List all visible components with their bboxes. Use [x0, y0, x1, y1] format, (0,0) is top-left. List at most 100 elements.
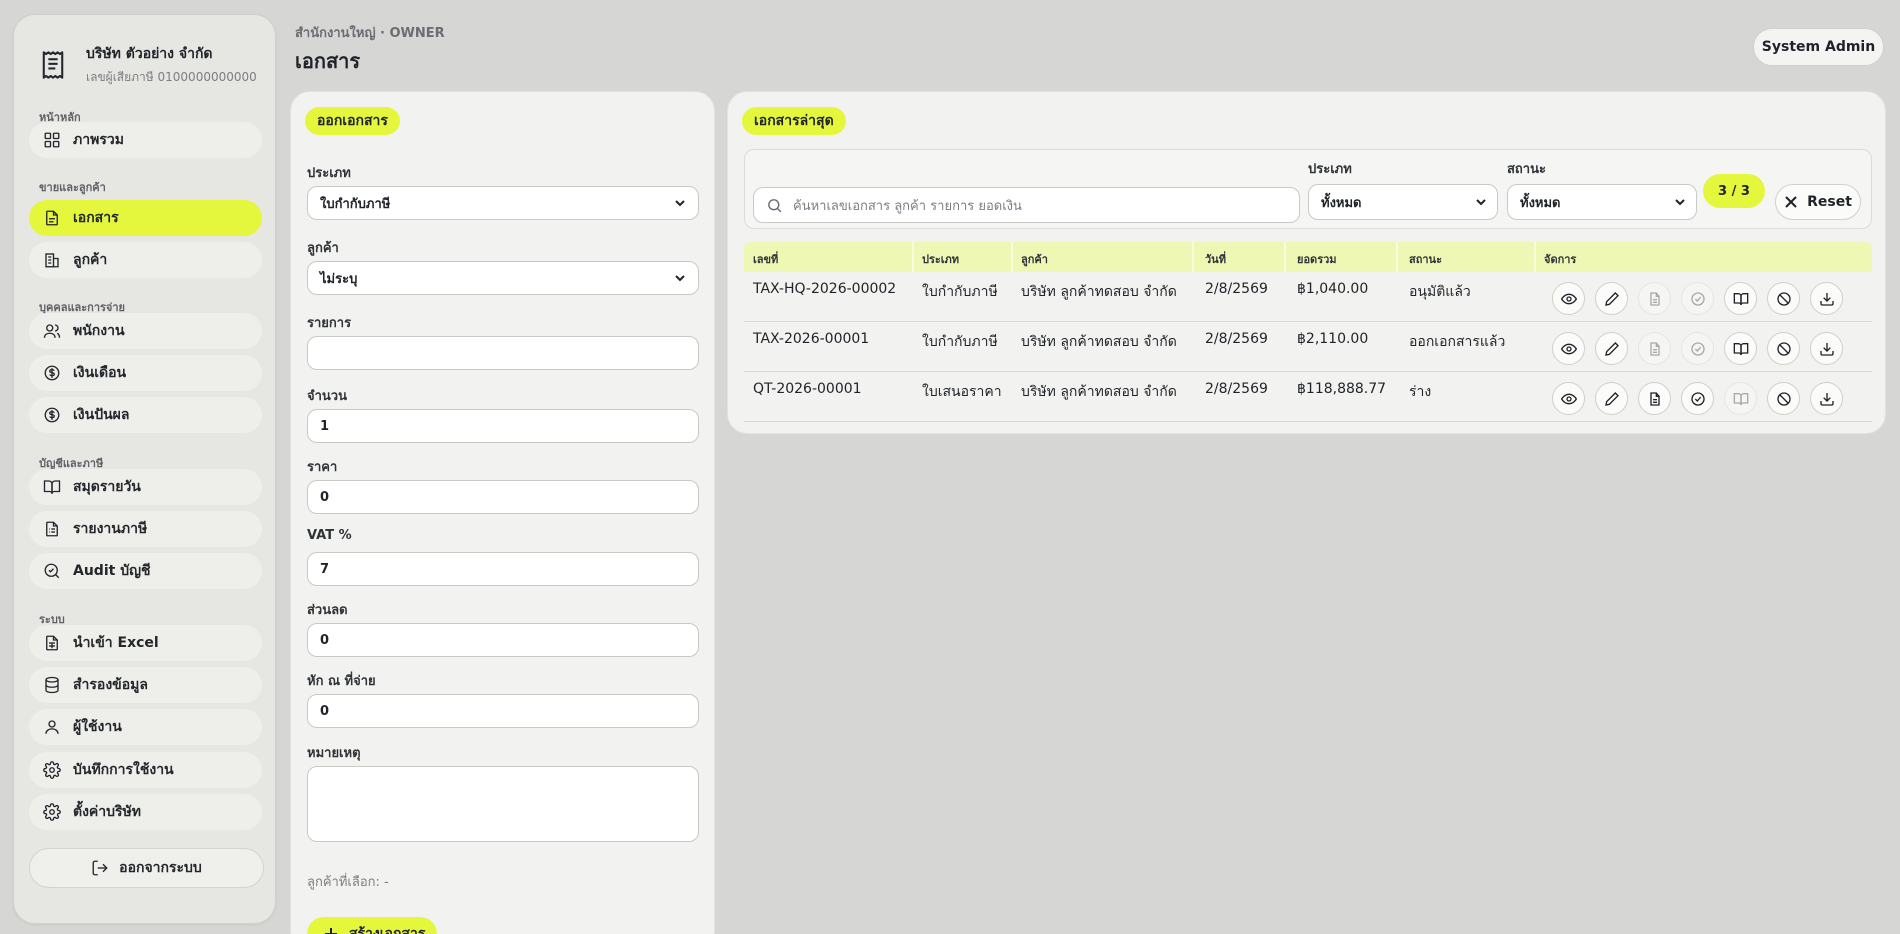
pencil-icon	[1604, 341, 1619, 356]
breadcrumb: สำนักงานใหญ่ · OWNER	[295, 26, 445, 41]
post-journal-button[interactable]	[1724, 332, 1757, 365]
document-icon	[1649, 291, 1660, 306]
issue-button[interactable]	[1638, 332, 1671, 365]
document-icon	[46, 210, 58, 226]
price-input[interactable]: 0	[307, 480, 699, 514]
sidebar-item-import-excel[interactable]: นำเข้า Excel	[29, 625, 262, 661]
sidebar-item-label: สมุดรายวัน	[73, 479, 141, 495]
table-row: QT-2026-00001 ใบเสนอราคา บริษัท ลูกค้าทด…	[744, 372, 1872, 422]
edit-button[interactable]	[1595, 382, 1628, 415]
close-icon	[1785, 196, 1797, 208]
sidebar-item-label: ตั้งค่าบริษัท	[73, 804, 142, 820]
row-actions	[1552, 282, 1843, 315]
issue-button[interactable]	[1638, 282, 1671, 315]
dollar-circle-icon	[44, 365, 60, 381]
sidebar-item-label: บันทึกการใช้งาน	[73, 762, 174, 778]
view-button[interactable]	[1552, 382, 1585, 415]
row-actions	[1552, 382, 1843, 415]
sidebar-item-company-settings[interactable]: ตั้งค่าบริษัท	[29, 794, 262, 830]
check-circle-icon	[1690, 341, 1705, 356]
sidebar-item-backup[interactable]: สำรองข้อมูล	[29, 667, 262, 703]
column-header-actions: จัดการ	[1544, 253, 1577, 266]
create-document-button[interactable]: สร้างเอกสาร	[307, 917, 437, 934]
column-header-date: วันที่	[1205, 253, 1226, 266]
chevron-down-icon	[675, 200, 685, 207]
sidebar-item-label: นำเข้า Excel	[73, 635, 159, 651]
cell-number[interactable]: TAX-HQ-2026-00002	[753, 281, 896, 297]
sidebar-item-users[interactable]: ผู้ใช้งาน	[29, 709, 262, 745]
sidebar-item-dividends[interactable]: เงินปันผล	[29, 397, 262, 433]
sidebar-item-salary[interactable]: เงินเดือน	[29, 355, 262, 391]
sidebar-item-tax-report[interactable]: รายงานภาษี	[29, 511, 262, 547]
cell-customer: บริษัท ลูกค้าทดสอบ จำกัด	[1021, 384, 1177, 400]
sidebar-item-documents[interactable]: เอกสาร	[29, 200, 262, 236]
column-divider	[1396, 242, 1398, 272]
book-icon	[43, 480, 61, 494]
cell-status: ร่าง	[1409, 384, 1432, 400]
plus-icon	[325, 928, 337, 934]
cancel-document-button[interactable]	[1767, 382, 1800, 415]
post-journal-button[interactable]	[1724, 282, 1757, 315]
approve-button[interactable]	[1681, 382, 1714, 415]
sidebar-item-label: เอกสาร	[73, 210, 119, 226]
download-button[interactable]	[1810, 282, 1843, 315]
discount-input[interactable]: 0	[307, 623, 699, 657]
cell-number[interactable]: TAX-2026-00001	[753, 331, 869, 347]
sidebar-item-label: สำรองข้อมูล	[73, 677, 148, 693]
status-filter-select[interactable]: ทั้งหมด	[1507, 184, 1697, 220]
sidebar-item-customers[interactable]: ลูกค้า	[29, 242, 262, 278]
cell-total: ฿1,040.00	[1297, 281, 1369, 297]
note-textarea[interactable]	[307, 766, 699, 842]
cancel-document-button[interactable]	[1767, 282, 1800, 315]
reset-label: Reset	[1807, 194, 1852, 210]
status-filter-value: ทั้งหมด	[1520, 195, 1561, 211]
column-header-type: ประเภท	[922, 253, 960, 266]
type-select[interactable]: ใบกำกับภาษี	[307, 186, 699, 220]
type-filter-select[interactable]: ทั้งหมด	[1308, 184, 1498, 220]
item-input[interactable]	[307, 336, 699, 370]
cell-total: ฿118,888.77	[1297, 381, 1387, 397]
view-button[interactable]	[1552, 332, 1585, 365]
column-header-status: สถานะ	[1409, 253, 1442, 266]
cell-number[interactable]: QT-2026-00001	[753, 381, 862, 397]
logout-button[interactable]: ออกจากระบบ	[29, 848, 264, 888]
edit-button[interactable]	[1595, 332, 1628, 365]
issue-button[interactable]	[1638, 382, 1671, 415]
ban-icon	[1776, 341, 1791, 356]
sidebar-item-journal[interactable]: สมุดรายวัน	[29, 469, 262, 505]
qty-label: จำนวน	[307, 389, 347, 404]
reset-button[interactable]: Reset	[1775, 184, 1861, 220]
approve-button[interactable]	[1681, 282, 1714, 315]
chevron-down-icon	[675, 275, 685, 282]
cancel-document-button[interactable]	[1767, 332, 1800, 365]
sidebar-item-employees[interactable]: พนักงาน	[29, 313, 262, 349]
sidebar-item-audit[interactable]: Audit บัญชี	[29, 553, 262, 589]
search-input[interactable]: ค้นหาเลขเอกสาร ลูกค้า รายการ ยอดเงิน	[753, 187, 1300, 223]
user-menu-button[interactable]: System Admin	[1753, 28, 1884, 66]
column-divider	[1534, 242, 1536, 272]
sidebar-item-activity-log[interactable]: บันทึกการใช้งาน	[29, 752, 262, 788]
download-icon	[1819, 342, 1834, 356]
item-label: รายการ	[307, 316, 352, 331]
column-divider	[1284, 242, 1286, 272]
download-icon	[1819, 292, 1834, 306]
brand: บริษัท ตัวอย่าง จำกัด เลขผู้เสียภาษี 010…	[38, 43, 257, 87]
wht-input[interactable]: 0	[307, 694, 699, 728]
wht-label: หัก ณ ที่จ่าย	[307, 674, 376, 689]
status-filter-label: สถานะ	[1507, 162, 1546, 177]
dollar-circle-icon	[44, 407, 60, 423]
check-circle-icon	[1690, 291, 1705, 306]
view-button[interactable]	[1552, 282, 1585, 315]
download-button[interactable]	[1810, 332, 1843, 365]
download-button[interactable]	[1810, 382, 1843, 415]
edit-button[interactable]	[1595, 282, 1628, 315]
cell-date: 2/8/2569	[1205, 331, 1268, 347]
approve-button[interactable]	[1681, 332, 1714, 365]
vat-input[interactable]: 7	[307, 552, 699, 586]
qty-input[interactable]: 1	[307, 409, 699, 443]
grid-icon	[44, 132, 60, 148]
post-journal-button[interactable]	[1724, 382, 1757, 415]
vat-label: VAT %	[307, 528, 352, 543]
customer-select[interactable]: ไม่ระบุ	[307, 261, 699, 295]
sidebar-item-overview[interactable]: ภาพรวม	[29, 122, 262, 158]
